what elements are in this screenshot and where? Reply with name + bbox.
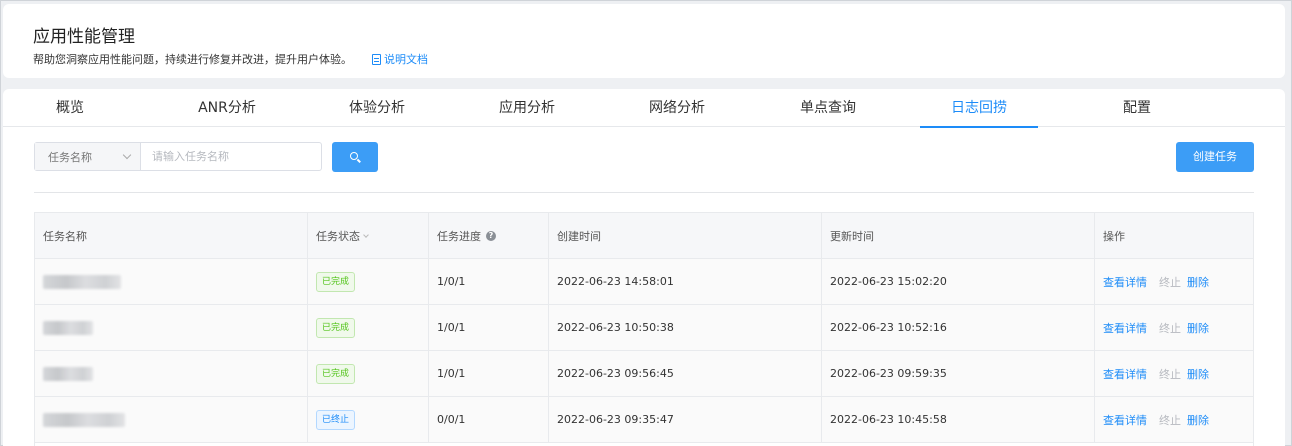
created-time-cell: 2022-06-23 10:50:38 <box>549 305 822 350</box>
task-status-cell: 已完成 <box>308 259 429 304</box>
task-name-cell <box>35 351 308 396</box>
updated-time-cell: 2022-06-23 15:02:20 <box>822 259 1095 304</box>
header-updated-time: 更新时间 <box>822 213 1095 258</box>
terminate-link: 终止 <box>1159 275 1181 289</box>
task-status-cell: 已完成 <box>308 351 429 396</box>
task-table: 任务名称 任务状态 任务进度? 创建时间 更新时间 操作 已完成 1/0/1 2… <box>34 212 1254 446</box>
actions-cell: 查看详情 终止 删除 <box>1095 397 1253 442</box>
redacted-task-name <box>43 320 93 335</box>
divider <box>34 192 1254 193</box>
page-header: 应用性能管理 帮助您洞察应用性能问题，持续进行修复并改进，提升用户体验。 说明文… <box>3 4 1285 78</box>
delete-link[interactable]: 删除 <box>1187 412 1209 428</box>
tab-bar: 概览 ANR分析 体验分析 应用分析 网络分析 单点查询 日志回捞 配置 <box>3 89 1285 128</box>
chevron-down-icon <box>363 231 369 238</box>
task-status-cell: 已完成 <box>308 305 429 350</box>
create-task-button[interactable]: 创建任务 <box>1176 142 1254 172</box>
table-row: 已完成 1/0/1 2022-06-23 09:56:45 2022-06-23… <box>35 351 1253 397</box>
actions-cell: 查看详情 终止 删除 <box>1095 305 1253 350</box>
created-time-cell: 2022-06-23 09:35:47 <box>549 397 822 442</box>
search-input[interactable] <box>141 143 321 170</box>
doc-link-label: 说明文档 <box>384 53 428 66</box>
search-icon <box>350 152 358 160</box>
view-detail-link[interactable]: 查看详情 <box>1103 274 1147 290</box>
chevron-down-icon <box>122 150 132 160</box>
task-progress-cell: 1/0/1 <box>429 305 549 350</box>
status-badge: 已完成 <box>316 363 356 384</box>
task-status-cell: 已终止 <box>308 397 429 442</box>
task-progress-cell: 1/0/1 <box>429 351 549 396</box>
table-header-row: 任务名称 任务状态 任务进度? 创建时间 更新时间 操作 <box>35 213 1253 259</box>
view-detail-link[interactable]: 查看详情 <box>1103 366 1147 382</box>
updated-time-cell: 2022-06-23 10:52:16 <box>822 305 1095 350</box>
delete-link[interactable]: 删除 <box>1187 366 1209 382</box>
view-detail-link[interactable]: 查看详情 <box>1103 320 1147 336</box>
task-progress-cell: 0/0/1 <box>429 397 549 442</box>
view-detail-link[interactable]: 查看详情 <box>1103 412 1147 428</box>
header-task-name: 任务名称 <box>35 213 308 258</box>
doc-link[interactable]: 说明文档 <box>372 51 428 67</box>
table-row: 已完成 1/0/1 2022-06-23 10:50:38 2022-06-23… <box>35 305 1253 351</box>
search-group: 任务名称 <box>34 142 322 171</box>
tab-network[interactable]: 网络分析 <box>618 89 736 127</box>
header-created-time: 创建时间 <box>549 213 822 258</box>
tab-experience[interactable]: 体验分析 <box>318 89 436 127</box>
actions-cell: 查看详情 终止 删除 <box>1095 351 1253 396</box>
redacted-task-name <box>43 274 121 289</box>
task-progress-cell: 1/0/1 <box>429 259 549 304</box>
terminate-link: 终止 <box>1159 367 1181 381</box>
search-filter-label: 任务名称 <box>48 150 92 164</box>
header-task-status[interactable]: 任务状态 <box>308 213 429 258</box>
table-row: 已终止 0/0/1 2022-06-23 09:35:47 2022-06-23… <box>35 397 1253 443</box>
updated-time-cell: 2022-06-23 10:45:58 <box>822 397 1095 442</box>
delete-link[interactable]: 删除 <box>1187 320 1209 336</box>
page-title: 应用性能管理 <box>33 27 135 47</box>
search-filter-select[interactable]: 任务名称 <box>35 143 141 170</box>
task-name-cell <box>35 397 308 442</box>
created-time-cell: 2022-06-23 14:58:01 <box>549 259 822 304</box>
task-name-cell <box>35 305 308 350</box>
tab-overview[interactable]: 概览 <box>11 89 129 127</box>
updated-time-cell: 2022-06-23 09:59:35 <box>822 351 1095 396</box>
page-subtitle: 帮助您洞察应用性能问题，持续进行修复并改进，提升用户体验。 <box>33 53 352 66</box>
delete-link[interactable]: 删除 <box>1187 274 1209 290</box>
search-button[interactable] <box>332 142 378 172</box>
tab-log-retrieval[interactable]: 日志回捞 <box>920 89 1038 128</box>
actions-cell: 查看详情 终止 删除 <box>1095 259 1253 304</box>
document-icon <box>372 53 381 65</box>
tab-config[interactable]: 配置 <box>1078 89 1196 127</box>
task-name-cell <box>35 259 308 304</box>
header-actions: 操作 <box>1103 229 1125 243</box>
tab-single-query[interactable]: 单点查询 <box>769 89 887 127</box>
header-task-progress: 任务进度? <box>429 213 549 258</box>
redacted-task-name <box>43 412 125 427</box>
status-badge: 已终止 <box>316 409 356 430</box>
status-badge: 已完成 <box>316 271 356 292</box>
terminate-link: 终止 <box>1159 413 1181 427</box>
terminate-link: 终止 <box>1159 321 1181 335</box>
help-icon[interactable]: ? <box>486 230 496 241</box>
status-badge: 已完成 <box>316 317 356 338</box>
redacted-task-name <box>43 366 93 381</box>
created-time-cell: 2022-06-23 09:56:45 <box>549 351 822 396</box>
tab-anr[interactable]: ANR分析 <box>168 89 286 127</box>
table-row: 已完成 1/0/1 2022-06-23 14:58:01 2022-06-23… <box>35 259 1253 305</box>
tab-app-analysis[interactable]: 应用分析 <box>468 89 586 127</box>
main-panel: 概览 ANR分析 体验分析 应用分析 网络分析 单点查询 日志回捞 配置 任务名… <box>3 89 1285 446</box>
